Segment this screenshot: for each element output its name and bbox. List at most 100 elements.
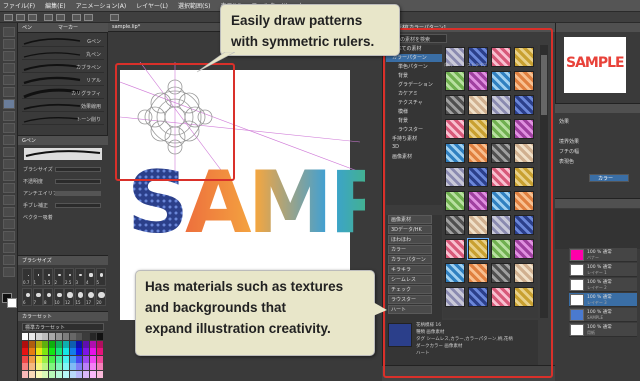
color-swatch[interactable] [83,363,90,370]
layer-row[interactable]: 100 % 通常 レイヤー 1 [569,263,637,277]
move-tool-icon[interactable] [3,39,15,49]
color-swatch[interactable] [62,340,69,348]
subtool-item[interactable]: カリグラフィ [22,88,104,99]
color-swatch[interactable] [62,370,69,378]
color-swatch[interactable] [28,348,35,355]
color-swatch[interactable] [56,355,62,363]
subtool-tab-pen[interactable]: ペン [22,24,32,31]
color-swatch[interactable] [22,363,28,370]
color-swatch[interactable] [62,355,69,363]
color-swatch[interactable] [42,363,49,370]
color-swatch[interactable] [76,333,83,340]
color-swatch[interactable] [83,370,90,378]
zoom-tool-icon[interactable] [3,27,15,37]
frame-tool-icon[interactable] [3,219,15,229]
decoration-tool-icon[interactable] [3,147,15,157]
color-swatch[interactable] [96,355,103,363]
color-swatch[interactable] [42,348,49,355]
subtool-tab-marker[interactable]: マーカー [58,24,78,31]
color-swatch[interactable] [35,348,42,355]
color-swatch[interactable] [56,340,62,348]
color-swatch[interactable] [83,340,90,348]
color-swatch[interactable] [83,333,90,340]
eyedropper-tool-icon[interactable] [3,87,15,97]
color-swatch[interactable] [90,363,96,370]
subtool-item[interactable]: トーン削り [22,114,104,125]
color-swatch[interactable] [90,340,96,348]
color-swatch[interactable] [56,333,62,340]
color-swatch[interactable] [96,370,103,378]
color-swatch[interactable] [76,363,83,370]
blend-tool-icon[interactable] [3,171,15,181]
color-swatch[interactable] [22,348,28,355]
brush-size-option[interactable]: 15 [74,288,85,306]
color-swatch[interactable] [42,340,49,348]
gradient-tool-icon[interactable] [3,195,15,205]
layer-row-selected[interactable]: 100 % 通常 レイヤー 3 [569,293,637,307]
prop-brush-size[interactable]: ブラシサイズ [21,164,105,175]
brush-size-option[interactable]: 4 [85,268,95,286]
color-swatch[interactable] [69,363,76,370]
pencil-tool-icon[interactable] [3,111,15,121]
menu-animation[interactable]: アニメーション(A) [76,1,127,10]
clear-icon[interactable] [72,14,81,21]
operation-tool-icon[interactable] [3,51,15,61]
color-swatch[interactable] [90,348,96,355]
color-swatch[interactable] [69,333,76,340]
color-swatch[interactable] [62,333,69,340]
redo-icon[interactable] [56,14,65,21]
save-icon[interactable] [28,14,37,21]
color-swatch[interactable] [49,355,56,363]
canvas-tab[interactable]: sample.lip* [112,24,140,30]
color-swatch[interactable] [83,355,90,363]
pen-tool-icon[interactable] [3,99,15,109]
prop-opacity[interactable]: 不透明度 [21,176,105,187]
lasso-tool-icon[interactable] [3,75,15,85]
eraser-tool-icon[interactable] [3,159,15,169]
color-swatch[interactable] [96,340,103,348]
color-swatch[interactable] [76,370,83,378]
layer-row[interactable]: 100 % 通常 SAMPLE [569,308,637,322]
menu-selection[interactable]: 選択範囲(S) [178,1,211,10]
navigator-preview[interactable]: SAMPLE [564,37,626,93]
color-swatch[interactable] [35,363,42,370]
color-swatch[interactable] [96,348,103,355]
brush-size-option[interactable]: 2.5 [64,268,74,286]
color-swatch[interactable] [42,355,49,363]
color-swatch[interactable] [69,340,76,348]
color-swatch[interactable] [42,370,49,378]
figure-tool-icon[interactable] [3,207,15,217]
brush-size-option[interactable]: 6 [22,288,32,306]
brush-size-option[interactable]: 10 [53,288,64,306]
color-swatch[interactable] [22,355,28,363]
layer-row[interactable]: 100 % 通常 レイヤー 2 [569,278,637,292]
subtool-item[interactable]: カブラペン [22,62,104,73]
selection-tool-icon[interactable] [3,63,15,73]
color-swatch[interactable] [69,348,76,355]
line-correction-tool-icon[interactable] [3,267,15,277]
color-swatch[interactable] [56,370,62,378]
color-swatch[interactable] [76,355,83,363]
brush-size-option[interactable]: 3 [74,268,85,286]
brush-tool-icon[interactable] [3,123,15,133]
color-swatch[interactable] [90,333,96,340]
text-tool-icon[interactable] [3,243,15,253]
brush-size-option[interactable]: 1.5 [43,268,53,286]
color-swatch[interactable] [22,333,28,340]
new-icon[interactable] [4,14,13,21]
color-swatch[interactable] [96,363,103,370]
color-swatch[interactable] [28,333,35,340]
brush-size-option[interactable]: 0.7 [22,268,32,286]
color-swatch[interactable] [56,348,62,355]
color-set-select[interactable]: 標準カラーセット [22,323,104,331]
layer-row[interactable]: 100 % 通常 用紙 [569,323,637,337]
color-swatch[interactable] [62,348,69,355]
eye-icon[interactable] [110,14,119,21]
color-swatch[interactable] [56,363,62,370]
brush-size-option[interactable]: 12 [64,288,74,306]
brush-size-option[interactable]: 7 [32,288,43,306]
color-swatch[interactable] [49,333,56,340]
color-swatch[interactable] [35,333,42,340]
menu-edit[interactable]: 編集(E) [45,1,65,10]
subtool-item[interactable]: リアル [22,75,104,86]
